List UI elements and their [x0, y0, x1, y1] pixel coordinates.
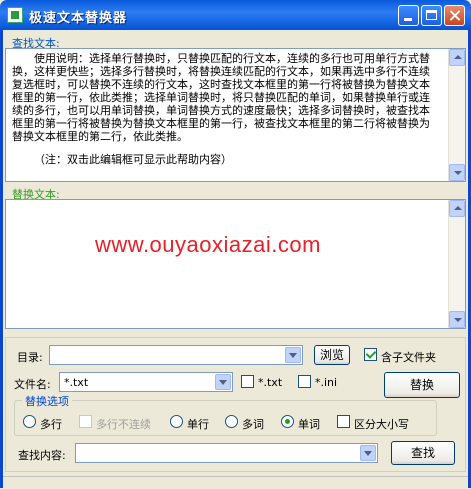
- multiword-label: 多词: [242, 418, 264, 431]
- scroll-up-arrow-icon[interactable]: [449, 49, 465, 66]
- filename-label: 文件名:: [14, 378, 51, 391]
- directory-label: 目录:: [17, 351, 43, 364]
- window-title: 极速文本替换器: [29, 11, 128, 26]
- watermark-text: www.ouyaoxiazai.com: [95, 232, 321, 257]
- case-sensitive-checkbox[interactable]: [337, 415, 350, 428]
- chevron-down-icon[interactable]: [215, 374, 231, 390]
- find-content-combo[interactable]: [75, 443, 378, 463]
- case-sensitive-label: 区分大小写: [354, 418, 409, 431]
- search-textarea[interactable]: 使用说明：选择单行替换时，只替换匹配的行文本，连续的多行也可用单行方式替换，这样…: [5, 48, 466, 182]
- replace-scrollbar[interactable]: [448, 200, 465, 328]
- radio-multiword[interactable]: [225, 415, 238, 428]
- ext-txt-checkbox[interactable]: [241, 375, 254, 388]
- ext-ini-checkbox[interactable]: [298, 375, 311, 388]
- chevron-down-icon[interactable]: [360, 445, 376, 461]
- replace-button[interactable]: 替换: [384, 372, 460, 398]
- multiline-label: 多行: [40, 418, 62, 431]
- maximize-button[interactable]: [421, 5, 442, 26]
- status-bar: [3, 476, 468, 489]
- replace-options-title: 替换选项: [22, 393, 72, 409]
- close-button[interactable]: [444, 5, 465, 26]
- find-button[interactable]: 查找: [391, 441, 455, 465]
- word-label: 单词: [298, 418, 320, 431]
- find-content-label: 查找内容:: [18, 449, 66, 462]
- ext-txt-label: *.txt: [258, 376, 283, 389]
- singleline-label: 单行: [187, 418, 209, 431]
- directory-combo[interactable]: [49, 345, 303, 365]
- help-description: 使用说明：选择单行替换时，只替换匹配的行文本，连续的多行也可用单行方式替换，这样…: [12, 52, 430, 143]
- multiline-noncontig-label: 多行不连续: [96, 418, 151, 431]
- radio-multiline[interactable]: [23, 415, 36, 428]
- multiline-noncontig-checkbox[interactable]: [79, 415, 92, 428]
- chevron-down-icon[interactable]: [285, 347, 301, 363]
- minimize-button[interactable]: [398, 5, 419, 26]
- scroll-down-arrow-icon[interactable]: [449, 164, 465, 181]
- browse-button[interactable]: 浏览: [314, 345, 350, 365]
- radio-singleline[interactable]: [170, 415, 183, 428]
- subfolder-checkbox[interactable]: [364, 348, 377, 361]
- help-note: （注：双击此编辑框可显示此帮助内容）: [34, 153, 232, 166]
- replace-textarea[interactable]: [5, 199, 466, 329]
- ext-ini-label: *.ini: [315, 376, 338, 389]
- app-icon: [7, 7, 23, 23]
- radio-word[interactable]: [281, 415, 294, 428]
- title-bar: 极速文本替换器: [0, 0, 471, 30]
- scroll-up-arrow-icon[interactable]: [449, 200, 465, 217]
- subfolder-label: 含子文件夹: [381, 351, 436, 364]
- scroll-down-arrow-icon[interactable]: [449, 311, 465, 328]
- window-frame-left: [0, 30, 3, 488]
- filename-combo[interactable]: *.txt: [59, 372, 233, 392]
- search-scrollbar[interactable]: [448, 49, 465, 181]
